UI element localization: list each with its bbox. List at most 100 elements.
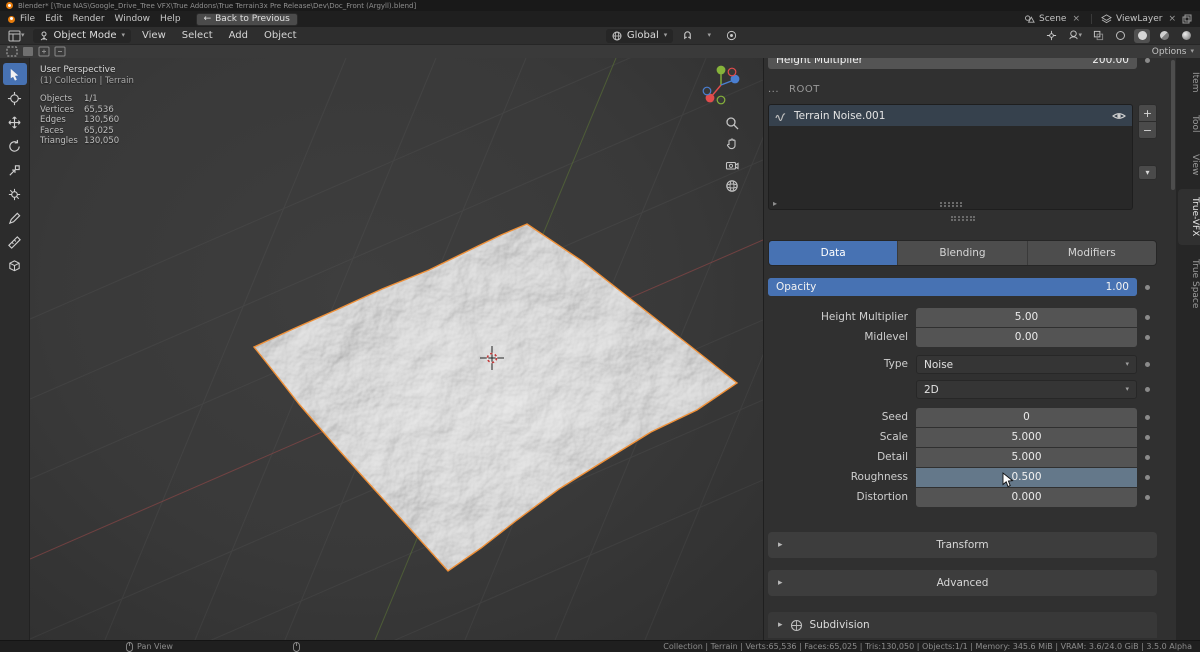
gizmo-y-axis-neg[interactable]	[717, 96, 725, 104]
options-dropdown[interactable]: Options ▾	[1152, 47, 1194, 57]
menu-select[interactable]: Select	[177, 30, 218, 41]
mode-dropdown[interactable]: Object Mode ▾	[33, 29, 132, 43]
overlays-dropdown[interactable]: ▾	[1066, 29, 1085, 43]
tab-blending[interactable]: Blending	[898, 241, 1027, 265]
blender-menu-icon[interactable]	[8, 16, 15, 23]
gizmo-x-axis-neg[interactable]	[728, 68, 736, 76]
tab-true-vfx[interactable]: True-VFX	[1178, 189, 1200, 244]
shading-solid-button[interactable]	[1134, 29, 1150, 43]
animate-dot[interactable]	[1145, 415, 1150, 420]
panel-resize-grip[interactable]	[951, 215, 975, 221]
menu-render[interactable]: Render	[68, 14, 110, 24]
menu-edit[interactable]: Edit	[40, 14, 67, 24]
viewlayer-remove-icon[interactable]: ×	[1166, 14, 1178, 24]
roughness-field[interactable]: 0.500	[916, 468, 1137, 487]
animate-dot[interactable]	[1145, 362, 1150, 367]
seed-field[interactable]: 0	[916, 408, 1137, 427]
height-multiplier-field[interactable]: 5.00	[916, 308, 1137, 327]
annotate-tool[interactable]	[3, 207, 27, 229]
tab-modifiers[interactable]: Modifiers	[1028, 241, 1156, 265]
terrain-mesh[interactable]	[254, 224, 737, 571]
menu-file[interactable]: File	[15, 14, 40, 24]
tab-tool[interactable]: Tool	[1178, 107, 1200, 140]
add-layer-button[interactable]: +	[1138, 104, 1157, 122]
breadcrumb-ellipsis[interactable]: ...	[768, 84, 779, 95]
tab-data[interactable]: Data	[769, 241, 898, 265]
scene-unlink-icon[interactable]: ×	[1070, 14, 1082, 24]
mouse-icon	[293, 642, 300, 652]
gizmo-z-axis-neg[interactable]	[703, 87, 711, 95]
distortion-field[interactable]: 0.000	[916, 488, 1137, 507]
scale-tool[interactable]	[3, 159, 27, 181]
dimension-dropdown[interactable]: 2D ▾	[916, 380, 1137, 399]
menu-object[interactable]: Object	[259, 30, 302, 41]
back-to-previous-button[interactable]: ← Back to Previous	[196, 13, 298, 26]
animate-dot[interactable]	[1145, 475, 1150, 480]
list-resize-grip[interactable]	[940, 201, 962, 207]
toggle-grid-icon[interactable]	[725, 179, 739, 193]
animate-dot[interactable]	[1145, 285, 1150, 290]
rotate-tool[interactable]	[3, 135, 27, 157]
animate-dot[interactable]	[1145, 58, 1150, 63]
layer-specials-menu-button[interactable]: ▾	[1138, 165, 1157, 180]
remove-layer-button[interactable]: −	[1138, 121, 1157, 139]
new-viewlayer-icon[interactable]	[1182, 14, 1192, 24]
collapsed-arrow-icon: ▸	[778, 540, 783, 550]
transform-orientation-dropdown[interactable]: Global ▾	[606, 29, 673, 43]
zoom-icon[interactable]	[725, 116, 739, 130]
pan-hand-icon[interactable]	[725, 137, 739, 151]
opacity-slider[interactable]: Opacity 1.00	[768, 278, 1137, 296]
tab-item[interactable]: Item	[1178, 64, 1200, 101]
select-mode-add-icon[interactable]	[38, 46, 50, 57]
list-item[interactable]: Terrain Noise.001	[769, 105, 1132, 126]
subdivision-section[interactable]: ▸ Subdivision	[768, 612, 1157, 638]
animate-dot[interactable]	[1145, 495, 1150, 500]
tab-true-space[interactable]: True Space	[1178, 251, 1200, 316]
shading-rendered-button[interactable]	[1178, 29, 1194, 43]
snap-settings-dropdown[interactable]: ▾	[701, 29, 717, 43]
menu-view[interactable]: View	[137, 30, 171, 41]
visibility-eye-icon[interactable]	[1112, 111, 1126, 121]
3d-viewport[interactable]: User Perspective (1) Collection | Terrai…	[30, 58, 763, 640]
menu-window[interactable]: Window	[110, 14, 156, 24]
viewlayer-selector[interactable]: ViewLayer	[1116, 14, 1162, 24]
menu-add[interactable]: Add	[224, 30, 253, 41]
active-tool-icon[interactable]	[6, 46, 18, 57]
sidebar-scrollbar[interactable]	[1171, 60, 1175, 190]
advanced-section[interactable]: ▸ Advanced	[768, 570, 1157, 596]
transform-tool[interactable]	[3, 183, 27, 205]
detail-field[interactable]: 5.000	[916, 448, 1137, 467]
shading-material-button[interactable]	[1156, 29, 1172, 43]
editor-type-button[interactable]: ▾	[6, 29, 27, 43]
select-mode-new-icon[interactable]	[22, 46, 34, 57]
list-expand-icon[interactable]: ▸	[773, 199, 777, 208]
animate-dot[interactable]	[1145, 335, 1150, 340]
proportional-edit-button[interactable]	[723, 29, 739, 43]
tab-view[interactable]: View	[1178, 146, 1200, 183]
xray-toggle-button[interactable]	[1090, 29, 1106, 43]
measure-tool[interactable]	[3, 231, 27, 253]
snap-toggle-button[interactable]	[679, 29, 695, 43]
cursor-tool[interactable]	[3, 87, 27, 109]
noise-type-dropdown[interactable]: Noise ▾	[916, 355, 1137, 374]
select-box-tool[interactable]	[3, 63, 27, 85]
transform-section[interactable]: ▸ Transform	[768, 532, 1157, 558]
scale-field[interactable]: 5.000	[916, 428, 1137, 447]
layer-listbox[interactable]: Terrain Noise.001 ▸	[768, 104, 1133, 210]
root-height-multiplier-slider[interactable]: Height Multiplier 200.00	[768, 58, 1137, 69]
select-mode-subtract-icon[interactable]	[54, 46, 66, 57]
animate-dot[interactable]	[1145, 455, 1150, 460]
scene-selector[interactable]: Scene	[1039, 14, 1066, 24]
menu-help[interactable]: Help	[155, 14, 186, 24]
gizmo-y-axis[interactable]	[717, 66, 726, 75]
midlevel-field[interactable]: 0.00	[916, 328, 1137, 347]
animate-dot[interactable]	[1145, 315, 1150, 320]
shading-wireframe-button[interactable]	[1112, 29, 1128, 43]
navigation-gizmo[interactable]	[699, 63, 743, 107]
move-tool[interactable]	[3, 111, 27, 133]
show-gizmo-button[interactable]	[1044, 29, 1060, 43]
camera-view-icon[interactable]	[725, 158, 739, 172]
add-primitive-tool[interactable]	[3, 255, 27, 277]
animate-dot[interactable]	[1145, 387, 1150, 392]
animate-dot[interactable]	[1145, 435, 1150, 440]
